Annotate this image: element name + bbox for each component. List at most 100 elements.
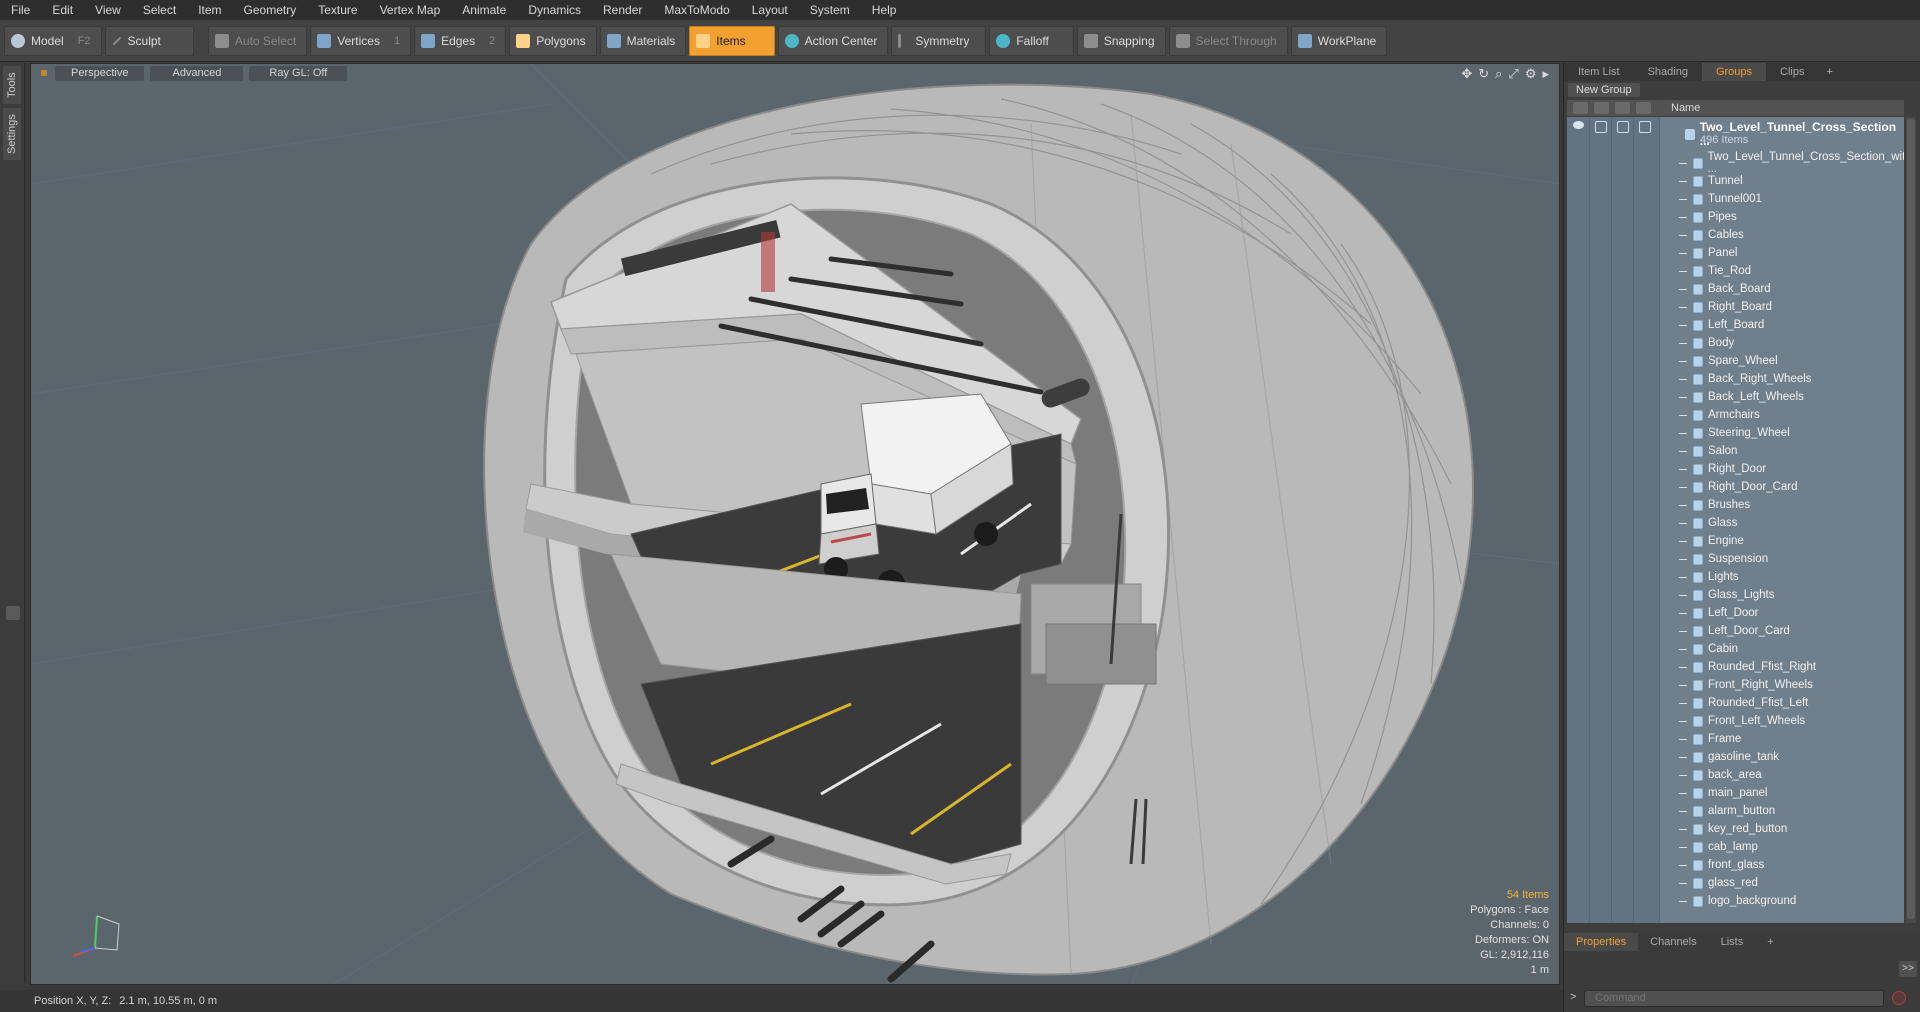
list-item[interactable]: Two_Level_Tunnel_Cross_Section_wit ... — [1567, 151, 1904, 175]
settings-tab[interactable]: Settings — [3, 108, 21, 160]
shading-mode-button[interactable]: Advanced — [150, 65, 244, 81]
list-item[interactable]: Tunnel — [1567, 172, 1904, 190]
list-item[interactable]: Cables — [1567, 226, 1904, 244]
falloff-button[interactable]: Falloff — [989, 25, 1074, 56]
list-item[interactable]: Left_Board — [1567, 316, 1904, 334]
list-item[interactable]: Glass_Lights — [1567, 586, 1904, 604]
list-item[interactable]: Brushes — [1567, 496, 1904, 514]
list-item[interactable]: Engine — [1567, 532, 1904, 550]
materials-button[interactable]: Materials — [599, 25, 687, 56]
list-scrollbar[interactable] — [1906, 117, 1916, 923]
tab-groups[interactable]: Groups — [1701, 63, 1767, 81]
list-item[interactable]: Back_Left_Wheels — [1567, 388, 1904, 406]
list-item[interactable]: Salon — [1567, 442, 1904, 460]
tab-channels[interactable]: Channels — [1638, 933, 1708, 951]
command-input[interactable] — [1584, 990, 1884, 1007]
auto-select-button[interactable]: Auto Select — [207, 25, 308, 56]
sculpt-button[interactable]: Sculpt — [104, 25, 194, 56]
menu-edit[interactable]: Edit — [41, 0, 84, 20]
list-item[interactable]: Right_Door_Card — [1567, 478, 1904, 496]
list-item[interactable]: Frame — [1567, 730, 1904, 748]
view-mode-button[interactable]: Perspective — [55, 65, 145, 81]
list-item[interactable]: Rounded_Ffist_Left — [1567, 694, 1904, 712]
menu-system[interactable]: System — [799, 0, 861, 20]
action-center-button[interactable]: Action Center — [777, 25, 889, 56]
select-through-button[interactable]: Select Through — [1168, 25, 1288, 56]
new-group-button[interactable]: New Group — [1568, 83, 1640, 97]
list-item[interactable]: Panel — [1567, 244, 1904, 262]
list-item[interactable]: Left_Door — [1567, 604, 1904, 622]
list-item[interactable]: Body — [1567, 334, 1904, 352]
list-item[interactable]: Cabin — [1567, 640, 1904, 658]
tab-clips[interactable]: Clips — [1766, 63, 1818, 81]
list-item[interactable]: key_red_button — [1567, 820, 1904, 838]
stop-icon[interactable] — [1892, 991, 1906, 1005]
menu-animate[interactable]: Animate — [451, 0, 517, 20]
pan-icon[interactable]: ✥ — [1461, 66, 1472, 82]
list-item[interactable]: gasoline_tank — [1567, 748, 1904, 766]
menu-view[interactable]: View — [84, 0, 132, 20]
snapping-button[interactable]: Snapping — [1076, 25, 1166, 56]
polygons-button[interactable]: Polygons — [509, 25, 597, 56]
add-tab-icon[interactable]: + — [1755, 933, 1785, 951]
list-item[interactable]: main_panel — [1567, 784, 1904, 802]
menu-select[interactable]: Select — [132, 0, 187, 20]
list-item[interactable]: Back_Board — [1567, 280, 1904, 298]
eye-icon[interactable] — [1573, 121, 1584, 129]
expand-button[interactable]: >> — [1899, 961, 1917, 977]
symmetry-button[interactable]: Symmetry — [891, 25, 987, 56]
list-item[interactable]: Right_Board — [1567, 298, 1904, 316]
list-item[interactable]: Front_Left_Wheels — [1567, 712, 1904, 730]
render-toggle-icon[interactable] — [1595, 121, 1607, 133]
menu-layout[interactable]: Layout — [741, 0, 799, 20]
lock-toggle-icon[interactable] — [1617, 121, 1629, 133]
list-item[interactable]: Pipes — [1567, 208, 1904, 226]
workplane-button[interactable]: WorkPlane — [1290, 25, 1388, 56]
list-item[interactable]: Front_Right_Wheels — [1567, 676, 1904, 694]
list-item[interactable]: cab_lamp — [1567, 838, 1904, 856]
select-toggle-icon[interactable] — [1639, 121, 1651, 133]
raygl-button[interactable]: Ray GL: Off — [249, 65, 348, 81]
lock-column-icon[interactable] — [1615, 102, 1630, 114]
list-item[interactable]: Right_Door — [1567, 460, 1904, 478]
list-item[interactable]: back_area — [1567, 766, 1904, 784]
3d-viewport[interactable]: Perspective Advanced Ray GL: Off ✥ ↻ ⌕ ⤢… — [30, 63, 1560, 985]
tab-item-list[interactable]: Item List — [1564, 63, 1634, 81]
list-item[interactable]: Suspension — [1567, 550, 1904, 568]
list-item[interactable]: Spare_Wheel — [1567, 352, 1904, 370]
zoom-icon[interactable]: ⌕ — [1495, 66, 1502, 82]
strip-toggle-button[interactable] — [6, 606, 20, 620]
menu-vertex-map[interactable]: Vertex Map — [369, 0, 452, 20]
list-item[interactable]: Rounded_Ffist_Right — [1567, 658, 1904, 676]
rotate-icon[interactable]: ↻ — [1478, 66, 1489, 82]
menu-item[interactable]: Item — [187, 0, 232, 20]
menu-help[interactable]: Help — [861, 0, 908, 20]
list-item[interactable]: Glass — [1567, 514, 1904, 532]
list-item[interactable]: Back_Right_Wheels — [1567, 370, 1904, 388]
viewport-menu-dot[interactable] — [41, 70, 47, 76]
list-item[interactable]: Lights — [1567, 568, 1904, 586]
menu-file[interactable]: File — [0, 0, 41, 20]
items-button[interactable]: Items — [689, 25, 775, 56]
menu-texture[interactable]: Texture — [307, 0, 368, 20]
menu-render[interactable]: Render — [592, 0, 653, 20]
list-item[interactable]: Left_Door_Card — [1567, 622, 1904, 640]
menu-geometry[interactable]: Geometry — [233, 0, 308, 20]
gear-icon[interactable]: ⚙ — [1525, 66, 1537, 82]
list-item[interactable]: Steering_Wheel — [1567, 424, 1904, 442]
tab-properties[interactable]: Properties — [1564, 933, 1639, 951]
menu-dynamics[interactable]: Dynamics — [517, 0, 592, 20]
root-group-row[interactable]: Two_Level_Tunnel_Cross_Section ... 496 I… — [1567, 117, 1904, 149]
menu-maxtomodo[interactable]: MaxToModo — [653, 0, 740, 20]
play-arrow-icon[interactable]: ▸ — [1542, 66, 1549, 82]
select-column-icon[interactable] — [1636, 102, 1651, 114]
add-tab-icon[interactable]: + — [1818, 63, 1840, 81]
list-item[interactable]: Armchairs — [1567, 406, 1904, 424]
maximize-icon[interactable]: ⤢ — [1508, 66, 1518, 82]
list-item[interactable]: alarm_button — [1567, 802, 1904, 820]
edges-button[interactable]: Edges 2 — [414, 25, 507, 56]
vertices-button[interactable]: Vertices 1 — [310, 25, 412, 56]
list-item[interactable]: logo_background — [1567, 892, 1904, 910]
list-item[interactable]: Tie_Rod — [1567, 262, 1904, 280]
list-item[interactable]: Tunnel001 — [1567, 190, 1904, 208]
